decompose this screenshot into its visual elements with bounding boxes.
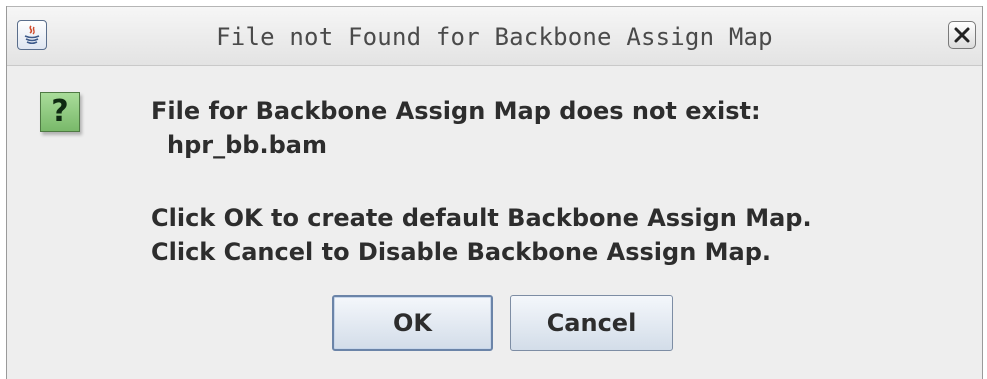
java-app-icon xyxy=(17,20,47,50)
message-line-1: File for Backbone Assign Map does not ex… xyxy=(151,97,761,125)
message-line-3: Click OK to create default Backbone Assi… xyxy=(151,204,812,232)
question-icon: ? xyxy=(40,92,80,132)
message-line-4: Click Cancel to Disable Backbone Assign … xyxy=(151,238,772,266)
ok-button[interactable]: OK xyxy=(332,295,493,351)
close-button[interactable] xyxy=(948,21,976,49)
dialog-window: File not Found for Backbone Assign Map ?… xyxy=(6,6,983,379)
close-icon xyxy=(954,27,970,43)
cancel-button[interactable]: Cancel xyxy=(510,295,673,351)
dialog-content: ? File for Backbone Assign Map does not … xyxy=(7,66,982,379)
window-title: File not Found for Backbone Assign Map xyxy=(216,23,773,51)
message-filename: hpr_bb.bam xyxy=(167,131,327,159)
title-bar[interactable]: File not Found for Backbone Assign Map xyxy=(7,6,982,66)
